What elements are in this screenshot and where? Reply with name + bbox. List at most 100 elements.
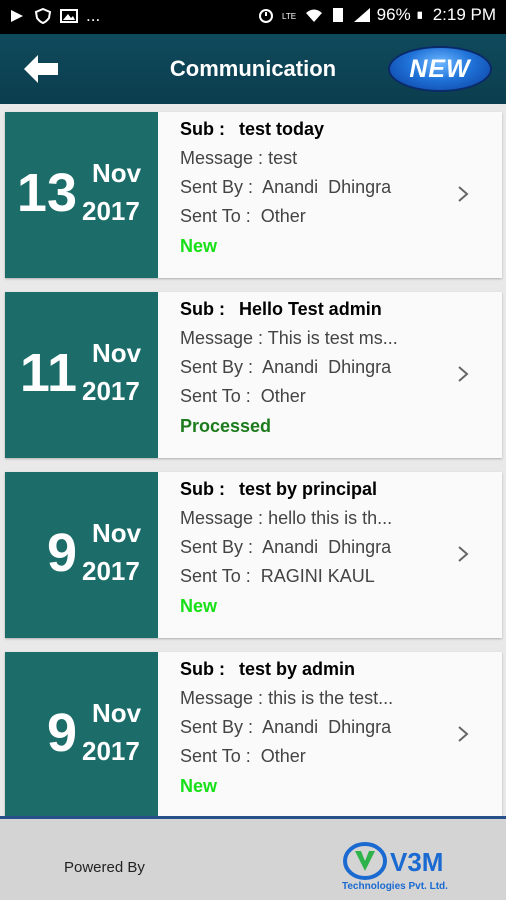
sent-to-value: Other	[260, 746, 306, 766]
date-day: 9	[46, 523, 77, 583]
message-value: This is test ms...	[267, 328, 398, 348]
subject-value: Hello Test admin	[239, 299, 382, 319]
card-info: Sub : test by admin Message : this is the…	[180, 652, 460, 818]
image-icon	[60, 9, 78, 23]
sent-by-row: Sent By : Anandi Dhingra	[180, 357, 391, 378]
shield-icon	[34, 8, 52, 24]
card-info: Sub : test by principal Message : hello t…	[180, 472, 460, 638]
message-value: this is the test...	[268, 688, 394, 708]
message-row: Message : this is the test...	[180, 688, 393, 709]
sent-by-label: Sent By :	[180, 177, 254, 197]
subject-label: Sub :	[180, 299, 225, 319]
sent-by-value: Anandi Dhingra	[262, 357, 392, 377]
sent-to-row: Sent To : Other	[180, 746, 306, 767]
sent-to-row: Sent To : Other	[180, 386, 306, 407]
svg-text:LTE: LTE	[282, 12, 296, 21]
sent-by-value: Anandi Dhingra	[262, 537, 392, 557]
date-month: Nov	[92, 698, 142, 728]
sent-by-value: Anandi Dhingra	[262, 177, 392, 197]
date-year: 2017	[82, 556, 140, 586]
powered-by-text: Powered By	[64, 859, 145, 876]
subject-row: Sub : Hello Test admin	[180, 299, 382, 320]
subject-label: Sub :	[180, 119, 225, 139]
date-box: 11 Nov 2017	[5, 292, 158, 458]
sent-by-label: Sent By :	[180, 537, 254, 557]
message-row: Message : hello this is th...	[180, 508, 392, 529]
communication-card[interactable]: 13 Nov 2017 Sub : test today Message : te…	[5, 112, 502, 278]
clock: 2:19 PM	[432, 5, 496, 24]
sent-by-label: Sent By :	[180, 717, 254, 737]
sent-by-row: Sent By : Anandi Dhingra	[180, 177, 391, 198]
battery-icon	[417, 11, 422, 19]
date-month: Nov	[92, 518, 142, 548]
sent-by-row: Sent By : Anandi Dhingra	[180, 717, 391, 738]
subject-label: Sub :	[180, 659, 225, 679]
sent-to-label: Sent To :	[180, 746, 251, 766]
play-icon	[11, 10, 23, 22]
sent-to-row: Sent To : Other	[180, 206, 306, 227]
subject-row: Sub : test today	[180, 119, 324, 140]
status-bar-left: ...	[8, 6, 100, 26]
message-label: Message :	[180, 688, 264, 708]
date-box: 13 Nov 2017	[5, 112, 158, 278]
sent-by-label: Sent By :	[180, 357, 254, 377]
logo-text: V3M	[390, 847, 444, 877]
status-badge: New	[180, 596, 218, 616]
status-bar-right: LTE 96% 2:19 PM	[257, 5, 496, 25]
battery-percent: 96%	[376, 5, 411, 24]
wifi-icon	[305, 9, 322, 22]
chevron-right-icon	[458, 546, 469, 562]
sent-to-label: Sent To :	[180, 566, 251, 586]
message-value: test	[268, 148, 298, 168]
date-year: 2017	[82, 196, 140, 226]
date-day: 13	[16, 163, 77, 223]
status-bar: ... LTE 96% 2:19 PM	[0, 0, 506, 34]
date-day: 11	[19, 343, 77, 403]
date-month: Nov	[92, 338, 142, 368]
message-value: hello this is th...	[268, 508, 393, 528]
subject-value: test today	[239, 119, 325, 139]
message-label: Message :	[180, 328, 264, 348]
alarm-icon	[258, 9, 273, 23]
signal-icon	[353, 8, 370, 22]
status-badge: New	[180, 776, 218, 796]
date-box: 9 Nov 2017	[5, 652, 158, 818]
message-label: Message :	[180, 148, 264, 168]
date-month: Nov	[92, 158, 142, 188]
message-label: Message :	[180, 508, 264, 528]
message-row: Message : This is test ms...	[180, 328, 398, 349]
sim-icon	[332, 8, 343, 22]
communication-list: 13 Nov 2017 Sub : test today Message : te…	[0, 104, 506, 818]
date-year: 2017	[82, 736, 140, 766]
sent-to-label: Sent To :	[180, 386, 251, 406]
communication-card[interactable]: 9 Nov 2017 Sub : test by principal Messag…	[5, 472, 502, 638]
sent-to-row: Sent To : RAGINI KAUL	[180, 566, 375, 587]
volte-icon: LTE	[282, 12, 296, 21]
v3m-logo-icon	[343, 842, 387, 880]
status-overflow: ...	[86, 6, 101, 25]
communication-card[interactable]: 9 Nov 2017 Sub : test by admin Message : …	[5, 652, 502, 818]
footer: Powered By V3M Technologies Pvt. Ltd.	[0, 816, 506, 900]
subject-row: Sub : test by principal	[180, 479, 377, 500]
date-day: 9	[46, 703, 77, 763]
sent-to-value: Other	[260, 386, 306, 406]
new-button[interactable]: NEW	[388, 46, 492, 92]
sent-by-row: Sent By : Anandi Dhingra	[180, 537, 391, 558]
subject-value: test by principal	[239, 479, 378, 499]
subject-value: test by admin	[239, 659, 356, 679]
message-row: Message : test	[180, 148, 297, 169]
sent-to-value: Other	[260, 206, 306, 226]
chevron-right-icon	[458, 366, 469, 382]
communication-card[interactable]: 11 Nov 2017 Sub : Hello Test admin Messag…	[5, 292, 502, 458]
logo-subtext: Technologies Pvt. Ltd.	[342, 881, 448, 892]
app-header: Communication NEW	[0, 34, 506, 104]
status-badge: Processed	[180, 416, 272, 436]
sent-by-value: Anandi Dhingra	[262, 717, 392, 737]
card-info: Sub : test today Message : test Sent By :…	[180, 112, 460, 278]
subject-label: Sub :	[180, 479, 225, 499]
status-badge: New	[180, 236, 218, 256]
subject-row: Sub : test by admin	[180, 659, 355, 680]
card-info: Sub : Hello Test admin Message : This is …	[180, 292, 460, 458]
chevron-right-icon	[458, 726, 469, 742]
date-year: 2017	[82, 376, 140, 406]
